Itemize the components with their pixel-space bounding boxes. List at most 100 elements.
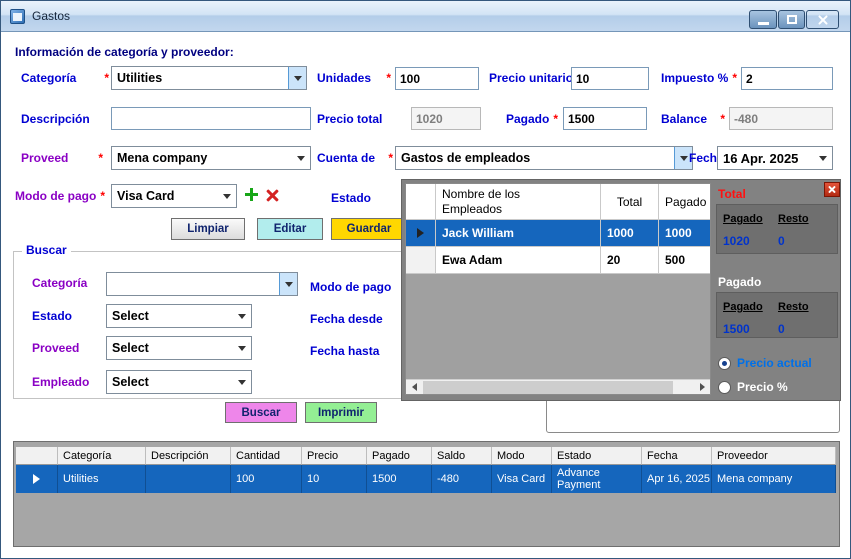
proveedor-select[interactable]: Mena company (111, 146, 311, 170)
row-selector-header (406, 184, 436, 220)
col-fecha-header[interactable]: Fecha (642, 447, 712, 465)
col-pagado-header[interactable]: Pagado (659, 184, 711, 220)
chevron-down-icon (218, 185, 236, 207)
col-nombre-header[interactable]: Nombre de los Empleados (436, 184, 601, 220)
buscar-categoria-label: Categoría (32, 276, 87, 290)
cell-cantidad[interactable]: 100 (231, 465, 302, 493)
col-precio-header[interactable]: Precio (302, 447, 367, 465)
cell-pagado[interactable]: 1500 (367, 465, 432, 493)
cell-pagado[interactable]: 1000 (659, 220, 711, 247)
required-marker: * (553, 112, 558, 126)
required-marker: * (388, 151, 393, 165)
buscar-empleado-label: Empleado (32, 375, 89, 389)
maximize-button[interactable] (778, 10, 805, 29)
descripcion-input[interactable] (111, 107, 311, 130)
buscar-empleado-select[interactable]: Select (106, 370, 252, 394)
editar-button[interactable]: Editar (257, 218, 323, 240)
scroll-left-button[interactable] (406, 380, 422, 395)
row-selector-cell[interactable] (406, 220, 436, 247)
required-marker: * (732, 71, 737, 85)
cell-pagado[interactable]: 500 (659, 247, 711, 274)
buscar-categoria-select[interactable] (106, 272, 298, 296)
cell-total[interactable]: 1000 (601, 220, 659, 247)
buscar-button[interactable]: Buscar (225, 402, 297, 423)
unidades-label: Unidades* (317, 71, 391, 85)
fecha-picker[interactable]: 16 Apr. 2025 (717, 146, 833, 170)
total-section-title: Total (718, 187, 746, 201)
pagado-input[interactable] (563, 107, 647, 130)
cell-nombre[interactable]: Jack William (436, 220, 601, 247)
unidades-input[interactable] (395, 67, 479, 90)
buscar-proveedor-label: Proveed (32, 341, 79, 355)
precio-actual-radio[interactable]: Precio actual (718, 356, 812, 370)
total-resto-value: 0 (778, 234, 833, 248)
scroll-right-icon (700, 383, 705, 391)
chevron-down-icon (233, 371, 251, 393)
expenses-grid: Categoría Descripción Cantidad Precio Pa… (13, 441, 840, 547)
col-cantidad-header[interactable]: Cantidad (231, 447, 302, 465)
cell-estado[interactable]: Advance Payment (552, 465, 642, 493)
cell-total[interactable]: 20 (601, 247, 659, 274)
scroll-right-button[interactable] (694, 380, 710, 395)
modo-pago-label: Modo de pago* (15, 189, 105, 203)
impuesto-input[interactable] (741, 67, 833, 90)
cuenta-label: Cuenta de* (317, 151, 393, 165)
paid-pagado-value: 1500 (723, 322, 778, 336)
buscar-proveedor-select[interactable]: Select (106, 336, 252, 360)
balance-input (729, 107, 833, 130)
imprimir-button[interactable]: Imprimir (305, 402, 377, 423)
col-proveedor-header[interactable]: Proveedor (712, 447, 836, 465)
cell-nombre[interactable]: Ewa Adam (436, 247, 601, 274)
paid-box: PagadoResto 15000 (716, 292, 838, 338)
app-icon (10, 9, 25, 24)
cell-precio[interactable]: 10 (302, 465, 367, 493)
col-modo-header[interactable]: Modo (492, 447, 552, 465)
expense-row[interactable]: Utilities 100 10 1500 -480 Visa Card Adv… (16, 465, 836, 493)
col-estado-header[interactable]: Estado (552, 447, 642, 465)
delete-payment-mode-icon[interactable] (265, 188, 280, 203)
limpiar-button[interactable]: Limpiar (171, 218, 245, 240)
horizontal-scrollbar[interactable] (406, 379, 710, 394)
section-title: Información de categoría y proveedor: (15, 45, 234, 59)
row-selector-cell[interactable] (16, 465, 58, 493)
scrollbar-thumb[interactable] (423, 381, 673, 394)
employee-row[interactable]: Ewa Adam 20 500 (406, 247, 710, 274)
chevron-down-icon (233, 305, 251, 327)
buscar-estado-select[interactable]: Select (106, 304, 252, 328)
col-categoria-header[interactable]: Categoría (58, 447, 146, 465)
guardar-button[interactable]: Guardar (331, 218, 407, 240)
required-marker: * (104, 71, 109, 85)
popup-close-button[interactable] (824, 182, 840, 197)
required-marker: * (100, 189, 105, 203)
cell-descripcion[interactable] (146, 465, 231, 493)
minimize-button[interactable] (749, 10, 777, 29)
cell-modo[interactable]: Visa Card (492, 465, 552, 493)
employee-row[interactable]: Jack William 1000 1000 (406, 220, 710, 247)
chevron-down-icon (288, 67, 306, 89)
minimize-icon (758, 22, 769, 25)
window-close-button[interactable] (806, 10, 839, 29)
cell-categoria[interactable]: Utilities (58, 465, 146, 493)
chevron-down-icon (233, 337, 251, 359)
cell-saldo[interactable]: -480 (432, 465, 492, 493)
cell-proveedor[interactable]: Mena company (712, 465, 836, 493)
pagado-section-title: Pagado (718, 275, 761, 289)
cuenta-select[interactable]: Gastos de empleados (395, 146, 693, 170)
precio-unitario-input[interactable] (571, 67, 649, 90)
chevron-down-icon (292, 147, 310, 169)
titlebar: Gastos (1, 1, 850, 32)
paid-resto-header: Resto (778, 301, 833, 313)
partially-covered-textbox[interactable] (546, 397, 840, 433)
col-total-header[interactable]: Total (601, 184, 659, 220)
categoria-select[interactable]: Utilities (111, 66, 307, 90)
col-pagado-header[interactable]: Pagado (367, 447, 432, 465)
modo-pago-select[interactable]: Visa Card (111, 184, 237, 208)
cell-fecha[interactable]: Apr 16, 2025 (642, 465, 712, 493)
col-descripcion-header[interactable]: Descripción (146, 447, 231, 465)
row-selector-cell[interactable] (406, 247, 436, 274)
add-payment-mode-icon[interactable] (244, 187, 259, 202)
close-icon (817, 14, 829, 26)
precio-percent-radio[interactable]: Precio % (718, 380, 788, 394)
col-saldo-header[interactable]: Saldo (432, 447, 492, 465)
required-marker: * (386, 71, 391, 85)
